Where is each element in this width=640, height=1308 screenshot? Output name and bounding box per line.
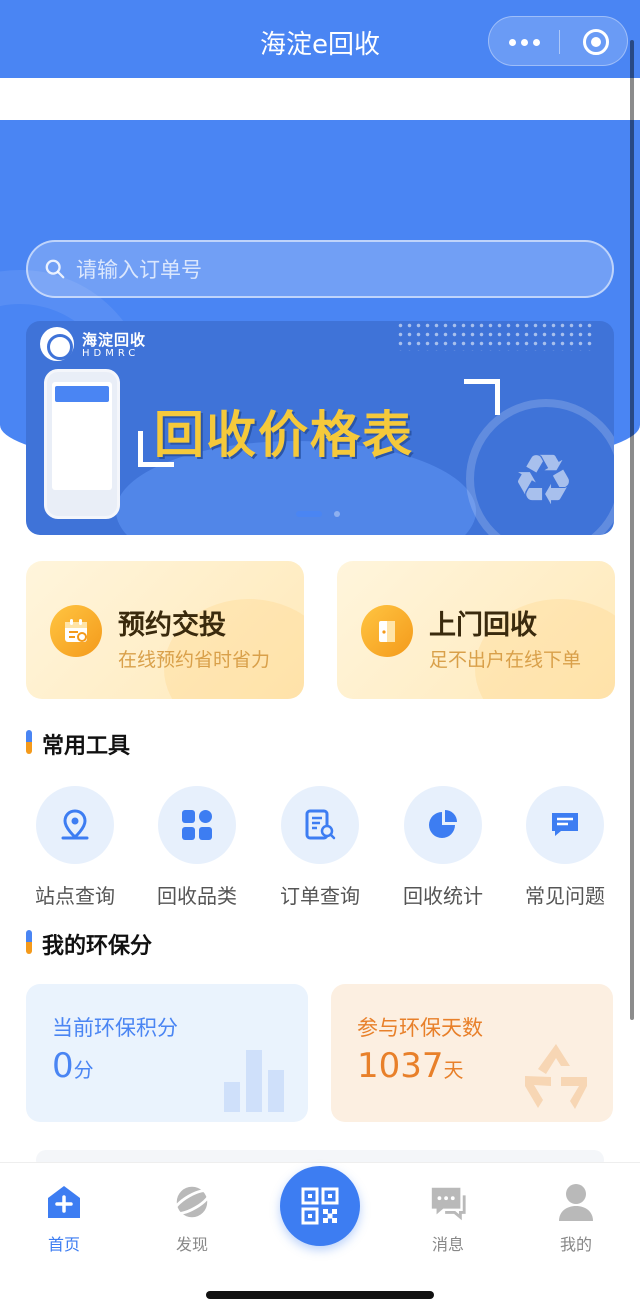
- eco-days-value: 1037: [357, 1046, 444, 1086]
- calendar-icon: [50, 605, 102, 657]
- close-target-icon[interactable]: [583, 29, 609, 55]
- eco-days-label: 参与环保天数: [357, 1016, 483, 1040]
- tab-label: 消息: [431, 1235, 464, 1254]
- section-marker: [26, 930, 32, 954]
- eco-points-value-row: 0分: [52, 1046, 94, 1086]
- phone-mockup-image: [44, 369, 120, 519]
- carousel-indicator-active[interactable]: [296, 511, 322, 517]
- action-subtitle: 在线预约省时省力: [118, 649, 271, 671]
- bar-chart-icon: [224, 1050, 284, 1112]
- tool-label: 订单查询: [280, 884, 360, 908]
- banner-headline: 回收价格表: [154, 406, 414, 464]
- tab-label: 首页: [47, 1235, 80, 1254]
- tab-home[interactable]: 首页: [24, 1181, 104, 1254]
- score-section-label: 我的环保分: [42, 934, 153, 959]
- tools-section-label: 常用工具: [42, 734, 131, 759]
- chat-faq-icon: [526, 786, 604, 864]
- tab-mine[interactable]: 我的: [536, 1181, 616, 1254]
- qr-code-icon: [301, 1187, 339, 1225]
- message-icon: [428, 1181, 468, 1223]
- door-icon: [361, 605, 413, 657]
- search-icon: [45, 259, 65, 279]
- eco-days-unit: 天: [443, 1058, 464, 1082]
- banner-dot-pattern: [396, 321, 596, 351]
- eco-points-label: 当前环保积分: [52, 1016, 178, 1040]
- pie-chart-icon: [404, 786, 482, 864]
- eco-points-unit: 分: [73, 1058, 94, 1082]
- door-pickup-card[interactable]: 上门回收 足不出户在线下单: [337, 561, 615, 699]
- nav-spacer: [0, 78, 640, 120]
- order-search-bar[interactable]: [26, 240, 614, 298]
- tool-faq[interactable]: 常见问题: [510, 786, 620, 916]
- location-pin-icon: [36, 786, 114, 864]
- action-title: 预约交投: [118, 610, 226, 641]
- tab-label: 发现: [175, 1235, 208, 1254]
- tab-messages[interactable]: 消息: [408, 1181, 488, 1254]
- section-marker: [26, 730, 32, 754]
- recycle-logo-icon: [40, 327, 74, 361]
- navigation-bar: 海淀e回收: [0, 0, 640, 78]
- planet-icon: [172, 1181, 212, 1223]
- search-input[interactable]: [76, 250, 596, 290]
- eco-points-card[interactable]: 当前环保积分 0分: [26, 984, 308, 1122]
- eco-days-value-row: 1037天: [357, 1046, 464, 1086]
- more-dot-icon: [532, 38, 540, 46]
- action-title: 上门回收: [429, 610, 537, 641]
- mini-program-capsule: [488, 16, 628, 66]
- eco-points-value: 0: [52, 1046, 74, 1086]
- price-list-banner[interactable]: 海淀回收 HDMRC 回收价格表 ♻: [26, 321, 614, 535]
- more-menu-button[interactable]: [489, 17, 559, 67]
- category-grid-icon: [158, 786, 236, 864]
- order-search-icon: [281, 786, 359, 864]
- more-dot-icon: [508, 38, 516, 46]
- tool-order-query[interactable]: 订单查询: [265, 786, 375, 916]
- tool-label: 回收品类: [157, 884, 237, 908]
- capsule-divider: [559, 30, 560, 54]
- tool-recycle-category[interactable]: 回收品类: [142, 786, 252, 916]
- banner-brand: 海淀回收: [82, 331, 147, 349]
- scan-qr-button[interactable]: [280, 1166, 360, 1246]
- eco-days-card[interactable]: 参与环保天数 1037天: [331, 984, 613, 1122]
- action-subtitle: 足不出户在线下单: [429, 649, 582, 671]
- tool-station-query[interactable]: 站点查询: [20, 786, 130, 916]
- tool-label: 站点查询: [35, 884, 115, 908]
- tab-discover[interactable]: 发现: [152, 1181, 232, 1254]
- tool-label: 常见问题: [525, 884, 605, 908]
- scrollbar[interactable]: [630, 40, 634, 1020]
- banner-brand-sub: HDMRC: [82, 348, 140, 359]
- home-indicator: [206, 1291, 434, 1299]
- carousel-indicator[interactable]: [334, 511, 340, 517]
- appointment-dropoff-card[interactable]: 预约交投 在线预约省时省力: [26, 561, 304, 699]
- bracket-right: [464, 379, 500, 415]
- tool-recycle-stats[interactable]: 回收统计: [388, 786, 498, 916]
- tab-label: 我的: [559, 1235, 592, 1254]
- recycle-icon: [525, 1044, 587, 1109]
- more-dot-icon: [520, 38, 528, 46]
- user-icon: [556, 1181, 596, 1223]
- home-plus-icon: [44, 1181, 84, 1223]
- recycle-badge-icon: ♻: [466, 399, 614, 535]
- tool-label: 回收统计: [403, 884, 483, 908]
